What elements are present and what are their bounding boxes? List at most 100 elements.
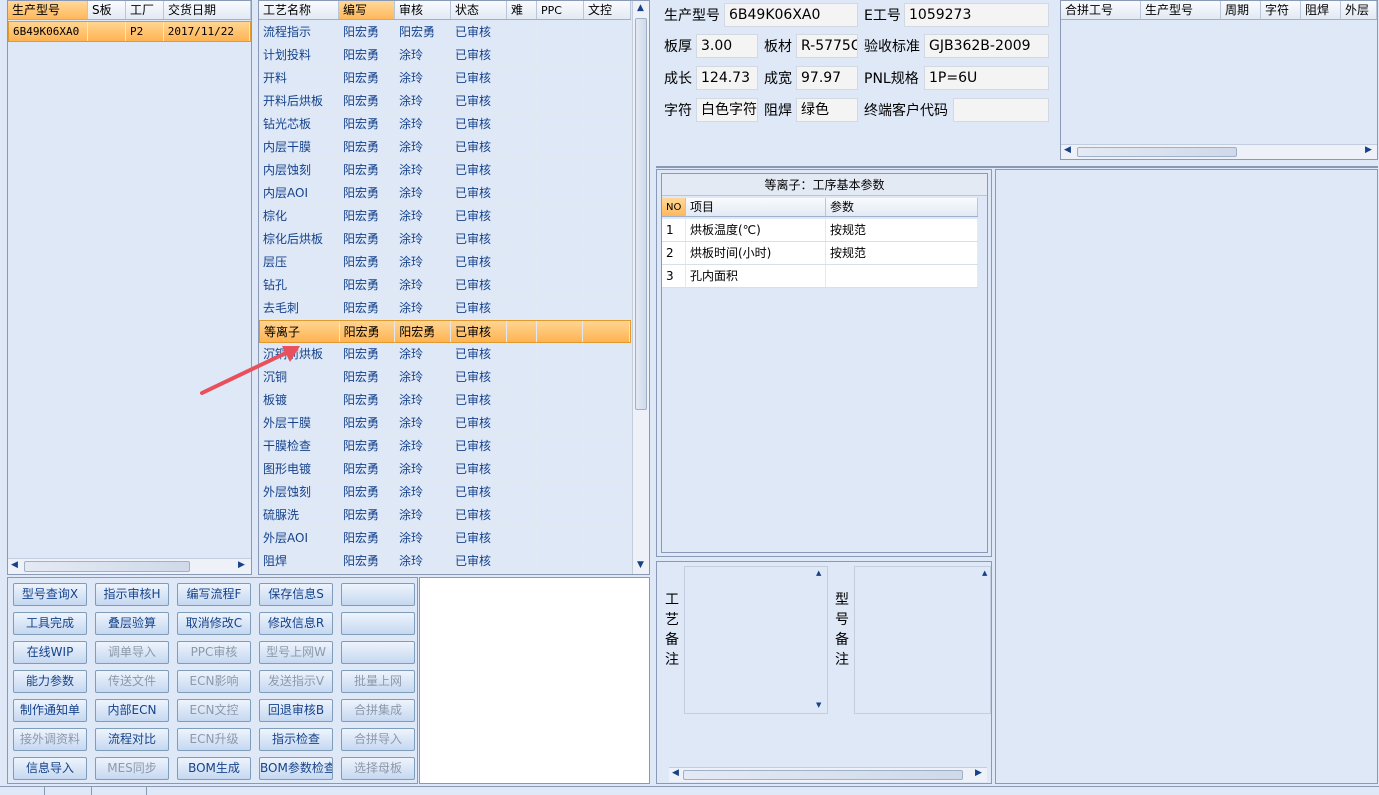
param-row[interactable]: 1 烘板温度(℃) 按规范 <box>662 219 978 242</box>
table-row[interactable]: 硫脲洗 阳宏勇 涂玲 已审核 <box>259 504 631 527</box>
action-button[interactable]: 在线WIP <box>13 641 87 664</box>
model-grid[interactable]: 生产型号 S板 工厂 交货日期 6B49K06XA0 P2 2017/11/22… <box>7 0 252 575</box>
table-row[interactable]: 层压 阳宏勇 涂玲 已审核 <box>259 251 631 274</box>
notes-hscroll[interactable]: ◀ ▶ <box>669 767 987 782</box>
thick-field[interactable]: 3.00 <box>696 34 758 58</box>
table-row[interactable]: 内层干膜 阳宏勇 涂玲 已审核 <box>259 136 631 159</box>
action-button[interactable]: 叠层验算 <box>95 612 169 635</box>
action-button[interactable]: 合拼导入 <box>341 728 415 751</box>
action-button[interactable]: 能力参数 <box>13 670 87 693</box>
table-row[interactable]: 开料后烘板 阳宏勇 涂玲 已审核 <box>259 90 631 113</box>
action-button[interactable] <box>341 612 415 635</box>
process-notes-textarea[interactable]: ▲ ▼ <box>684 566 828 714</box>
action-button[interactable]: ECN文控 <box>177 699 251 722</box>
col-outer[interactable]: 外层 <box>1341 1 1377 19</box>
action-button[interactable]: 调单导入 <box>95 641 169 664</box>
param-row[interactable]: 3 孔内面积 <box>662 265 978 288</box>
col-merge-model[interactable]: 生产型号 <box>1141 1 1221 19</box>
param-row[interactable]: 2 烘板时间(小时) 按规范 <box>662 242 978 265</box>
col-reviewer[interactable]: 审核 <box>395 1 451 19</box>
model-notes-textarea[interactable]: ▲ <box>854 566 991 714</box>
col-writer[interactable]: 编写 <box>339 1 395 19</box>
action-button[interactable]: ECN升级 <box>177 728 251 751</box>
model-grid-hscroll[interactable]: ◀ ▶ <box>8 558 251 574</box>
table-row[interactable]: 棕化后烘板 阳宏勇 涂玲 已审核 <box>259 228 631 251</box>
action-button[interactable]: ECN影响 <box>177 670 251 693</box>
scroll-left-icon[interactable]: ◀ <box>11 560 18 570</box>
table-row[interactable]: 棕化 阳宏勇 涂玲 已审核 <box>259 205 631 228</box>
table-row[interactable]: 板镀 阳宏勇 涂玲 已审核 <box>259 389 631 412</box>
table-row[interactable]: 钻光芯板 阳宏勇 涂玲 已审核 <box>259 113 631 136</box>
action-button[interactable]: BOM参数检查 <box>259 757 333 780</box>
scroll-up-icon[interactable]: ▲ <box>982 569 987 577</box>
action-button[interactable] <box>341 641 415 664</box>
action-button[interactable]: MES同步 <box>95 757 169 780</box>
scroll-down-icon[interactable]: ▼ <box>816 701 821 709</box>
action-button[interactable]: 型号查询X <box>13 583 87 606</box>
scroll-up-icon[interactable]: ▲ <box>816 569 821 577</box>
col-doc-control[interactable]: 文控 <box>584 1 631 19</box>
scroll-right-icon[interactable]: ▶ <box>238 560 245 570</box>
action-button[interactable]: 指示检查 <box>259 728 333 751</box>
process-grid-vscroll[interactable]: ▲ ▼ <box>632 1 649 574</box>
table-row[interactable]: 图形电镀 阳宏勇 涂玲 已审核 <box>259 458 631 481</box>
merge-grid-hscroll[interactable]: ◀ ▶ <box>1061 144 1377 159</box>
action-button[interactable]: 传送文件 <box>95 670 169 693</box>
col-status[interactable]: 状态 <box>451 1 507 19</box>
scroll-thumb[interactable] <box>635 18 647 410</box>
action-button[interactable]: 内部ECN <box>95 699 169 722</box>
col-char[interactable]: 字符 <box>1261 1 1301 19</box>
action-button[interactable]: 回退审核B <box>259 699 333 722</box>
material-field[interactable]: R-5775G <box>796 34 858 58</box>
col-param[interactable]: 参数 <box>826 198 978 216</box>
table-row[interactable]: 外层干膜 阳宏勇 涂玲 已审核 <box>259 412 631 435</box>
action-button[interactable]: 型号上网W <box>259 641 333 664</box>
scroll-left-icon[interactable]: ◀ <box>1064 145 1071 155</box>
table-row[interactable]: 干膜检查 阳宏勇 涂玲 已审核 <box>259 435 631 458</box>
action-button[interactable]: 编写流程F <box>177 583 251 606</box>
col-cycle[interactable]: 周期 <box>1221 1 1261 19</box>
eno-field[interactable]: 1059273 <box>904 3 1049 27</box>
col-merge-no[interactable]: 合拼工号 <box>1061 1 1141 19</box>
action-button[interactable]: 发送指示V <box>259 670 333 693</box>
standard-field[interactable]: GJB362B-2009 <box>924 34 1049 58</box>
action-button[interactable]: 制作通知单 <box>13 699 87 722</box>
col-factory[interactable]: 工厂 <box>126 1 164 19</box>
table-row[interactable]: 去毛刺 阳宏勇 涂玲 已审核 <box>259 297 631 320</box>
action-button[interactable]: PPC审核 <box>177 641 251 664</box>
action-button[interactable]: 选择母板 <box>341 757 415 780</box>
table-row[interactable]: 钻孔 阳宏勇 涂玲 已审核 <box>259 274 631 297</box>
scroll-thumb[interactable] <box>1077 147 1237 157</box>
col-s-board[interactable]: S板 <box>88 1 126 19</box>
col-no[interactable]: NO <box>662 198 686 216</box>
col-model[interactable]: 生产型号 <box>8 1 88 19</box>
model-field[interactable]: 6B49K06XA0 <box>724 3 858 27</box>
action-button[interactable]: 合拼集成 <box>341 699 415 722</box>
scroll-up-icon[interactable]: ▲ <box>637 3 644 13</box>
col-difficulty[interactable]: 难 <box>507 1 537 19</box>
col-mask[interactable]: 阻焊 <box>1301 1 1341 19</box>
action-button[interactable]: 取消修改C <box>177 612 251 635</box>
col-ppc[interactable]: PPC <box>537 1 584 19</box>
action-button[interactable]: BOM生成 <box>177 757 251 780</box>
mask-field[interactable]: 绿色 <box>796 98 858 122</box>
table-row[interactable]: 内层AOI 阳宏勇 涂玲 已审核 <box>259 182 631 205</box>
process-grid[interactable]: 工艺名称 编写 审核 状态 难 PPC 文控 流程指示 阳宏勇 阳宏勇 已审核 计划投料… <box>258 0 650 575</box>
table-row[interactable]: 内层蚀刻 阳宏勇 涂玲 已审核 <box>259 159 631 182</box>
table-row[interactable]: 计划投料 阳宏勇 涂玲 已审核 <box>259 44 631 67</box>
scroll-thumb[interactable] <box>24 561 190 572</box>
col-process-name[interactable]: 工艺名称 <box>259 1 339 19</box>
action-button[interactable]: 接外调资料 <box>13 728 87 751</box>
pnl-field[interactable]: 1P=6U <box>924 66 1049 90</box>
table-row[interactable]: 外层AOI 阳宏勇 涂玲 已审核 <box>259 527 631 550</box>
scroll-right-icon[interactable]: ▶ <box>975 768 982 778</box>
customer-field[interactable] <box>953 98 1049 122</box>
width-field[interactable]: 97.97 <box>796 66 858 90</box>
col-delivery[interactable]: 交货日期 <box>164 1 251 19</box>
length-field[interactable]: 124.73 <box>696 66 758 90</box>
scroll-thumb[interactable] <box>683 770 963 780</box>
action-button[interactable]: 工具完成 <box>13 612 87 635</box>
action-button[interactable]: 批量上网 <box>341 670 415 693</box>
table-row[interactable]: 流程指示 阳宏勇 阳宏勇 已审核 <box>259 21 631 44</box>
table-row[interactable]: 沉铜 阳宏勇 涂玲 已审核 <box>259 366 631 389</box>
